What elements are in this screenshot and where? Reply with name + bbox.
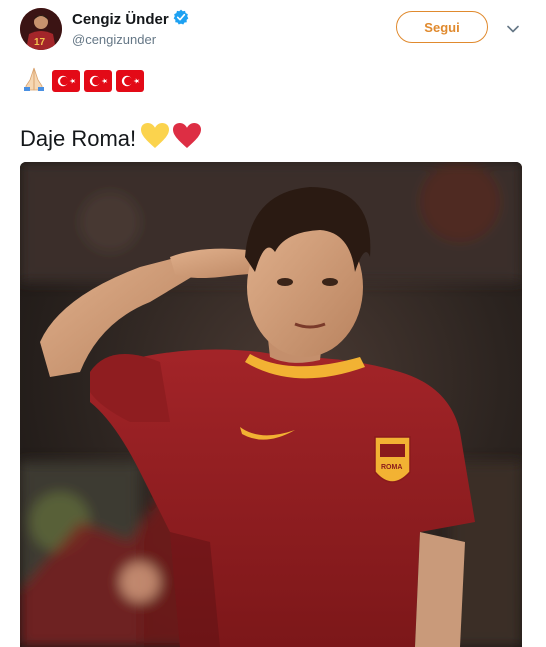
tweet-card: 17 Cengiz Ünder @cengizunder Segui Daje …	[0, 0, 546, 647]
tweet-text: Daje Roma!	[20, 122, 202, 156]
turkey-flag-icon	[52, 69, 80, 92]
author-handle[interactable]: @cengizunder	[72, 32, 156, 47]
avatar[interactable]: 17	[20, 8, 62, 50]
verified-badge-icon	[173, 9, 189, 30]
tweet-text-body: Daje Roma!	[20, 126, 137, 151]
yellow-heart-icon	[140, 122, 170, 156]
turkey-flag-icon	[116, 69, 144, 92]
display-name[interactable]: Cengiz Ünder	[72, 11, 169, 28]
chevron-down-icon[interactable]	[506, 22, 520, 36]
turkey-flag-icon	[84, 69, 112, 92]
author-name-row[interactable]: Cengiz Ünder	[72, 9, 189, 30]
pray-emoji-icon	[20, 64, 48, 97]
emoji-row	[20, 64, 144, 97]
red-heart-icon	[172, 122, 202, 156]
crest-text: ROMA	[381, 464, 402, 471]
follow-button[interactable]: Segui	[396, 11, 488, 43]
avatar-jersey-number: 17	[34, 37, 46, 48]
roma-crest-icon: ROMA	[374, 436, 411, 483]
tweet-media-photo[interactable]: ROMA	[20, 162, 522, 647]
